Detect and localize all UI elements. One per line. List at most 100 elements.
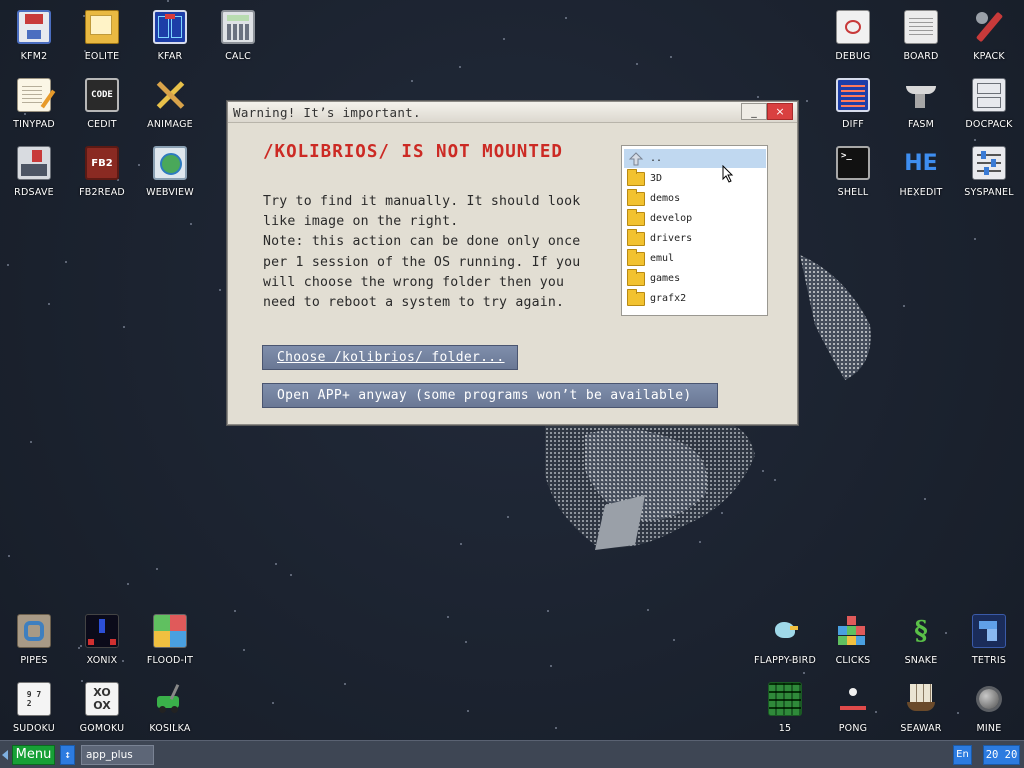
desktop-icon-seawar[interactable]: SEAWAR bbox=[887, 674, 955, 740]
wrench-icon bbox=[972, 10, 1006, 44]
desktop-icon-kosilka[interactable]: KOSILKA bbox=[136, 674, 204, 740]
file-list-row: drivers bbox=[624, 228, 766, 248]
file-list-up-row: .. bbox=[624, 149, 766, 183]
swap-arrows-icon[interactable]: ↕ bbox=[60, 745, 75, 765]
desktop-icon-rdsave[interactable]: RDSAVE bbox=[0, 138, 68, 204]
star bbox=[565, 17, 567, 19]
minimize-button[interactable]: _ bbox=[741, 103, 767, 120]
desktop-icon-label: XONIX bbox=[86, 655, 118, 666]
choose-folder-button[interactable]: Choose /kolibrios/ folder... bbox=[262, 345, 518, 370]
folder-icon bbox=[85, 10, 119, 44]
folder-name: develop bbox=[650, 213, 693, 224]
desktop-icon-label: KPACK bbox=[973, 51, 1005, 62]
star bbox=[65, 261, 67, 263]
desktop-icon-kpack[interactable]: KPACK bbox=[955, 2, 1023, 68]
file-list-up-label: .. bbox=[650, 153, 663, 164]
star bbox=[243, 649, 245, 651]
desktop-icon-gomoku[interactable]: XO OX GOMOKU bbox=[68, 674, 136, 740]
desktop-icon-hexedit[interactable]: HE HEXEDIT bbox=[887, 138, 955, 204]
file-list-row: demos bbox=[624, 188, 766, 208]
star bbox=[974, 238, 976, 240]
star bbox=[806, 100, 808, 102]
desktop-icon-mine[interactable]: MINE bbox=[955, 674, 1023, 740]
floppy-disk-icon bbox=[17, 10, 51, 44]
desktop-icon-fb2read[interactable]: FB2 FB2READ bbox=[68, 138, 136, 204]
desktop-icon-diff[interactable]: DIFF bbox=[819, 70, 887, 136]
desktop-icon-fasm[interactable]: FASM bbox=[887, 70, 955, 136]
desktop-icon-label: HEXEDIT bbox=[899, 187, 943, 198]
ship-icon bbox=[904, 682, 938, 716]
tetris-icon bbox=[972, 614, 1006, 648]
keyboard-layout-indicator[interactable]: En bbox=[953, 745, 972, 765]
file-list-row: games bbox=[624, 268, 766, 288]
star bbox=[647, 609, 649, 611]
desktop-icon-label: CLICKS bbox=[835, 655, 871, 666]
file-list-row: develop bbox=[624, 208, 766, 228]
star bbox=[636, 63, 638, 65]
desktop-icon-eolite[interactable]: EOLITE bbox=[68, 2, 136, 68]
folder-icon bbox=[627, 188, 645, 206]
star bbox=[467, 710, 469, 712]
star bbox=[757, 96, 759, 98]
desktop-icon-flappy-bird[interactable]: FLAPPY-BIRD bbox=[751, 606, 819, 672]
clock[interactable]: 20 20 bbox=[983, 745, 1020, 765]
desktop-icon-label: CALC bbox=[225, 51, 251, 62]
desktop-icon-pong[interactable]: PONG bbox=[819, 674, 887, 740]
desktop-icon-label: SNAKE bbox=[904, 655, 938, 666]
message-line: per 1 session of the OS running. If you bbox=[263, 254, 581, 270]
desktop-icon-shell[interactable]: >_ SHELL bbox=[819, 138, 887, 204]
desktop-icon-webview[interactable]: WEBVIEW bbox=[136, 138, 204, 204]
desktop-icon-tetris[interactable]: TETRIS bbox=[955, 606, 1023, 672]
desktop-icon-kfm2[interactable]: KFM2 bbox=[0, 2, 68, 68]
mine-icon bbox=[972, 682, 1006, 716]
star bbox=[30, 441, 32, 443]
file-list-row: grafx2 bbox=[624, 288, 766, 308]
fifteen-puzzle-icon bbox=[768, 682, 802, 716]
taskbar-item-app-plus[interactable]: app_plus bbox=[81, 745, 154, 765]
desktop-icon-label: SEAWAR bbox=[900, 723, 942, 734]
close-button[interactable]: × bbox=[767, 103, 793, 120]
xonix-icon bbox=[85, 614, 119, 648]
folder-name: demos bbox=[650, 193, 681, 204]
desktop-icon-label: KFM2 bbox=[20, 51, 48, 62]
clipboard-icon bbox=[904, 10, 938, 44]
desktop-icon-syspanel[interactable]: SYSPANEL bbox=[955, 138, 1023, 204]
desktop-icon-calc[interactable]: CALC bbox=[204, 2, 272, 68]
desktop-icon-label: FLAPPY-BIRD bbox=[754, 655, 816, 666]
star bbox=[48, 303, 50, 305]
sudoku-grid-icon: 9 72 bbox=[17, 682, 51, 716]
star bbox=[465, 641, 467, 643]
pong-icon bbox=[836, 682, 870, 716]
desktop-icon-board[interactable]: BOARD bbox=[887, 2, 955, 68]
desktop-icon-pipes[interactable]: PIPES bbox=[0, 606, 68, 672]
dialog-titlebar[interactable]: Warning! It’s important. _ × bbox=[228, 102, 797, 123]
menu-button[interactable]: Menu bbox=[12, 745, 55, 765]
paint-tools-icon bbox=[153, 78, 187, 112]
desktop-icon-flood-it[interactable]: FLOOD-IT bbox=[136, 606, 204, 672]
desktop-icon-debug[interactable]: DEBUG bbox=[819, 2, 887, 68]
taskbar-left-arrow-icon[interactable] bbox=[2, 750, 8, 760]
star bbox=[924, 498, 926, 500]
star bbox=[555, 727, 557, 729]
star bbox=[447, 616, 449, 618]
folder-icon bbox=[627, 228, 645, 246]
desktop-icon-animage[interactable]: ANIMAGE bbox=[136, 70, 204, 136]
desktop-icon-clicks[interactable]: CLICKS bbox=[819, 606, 887, 672]
folder-name: 3D bbox=[650, 173, 663, 184]
star bbox=[673, 639, 675, 641]
sliders-icon bbox=[972, 146, 1006, 180]
desktop-icon-label: SYSPANEL bbox=[964, 187, 1014, 198]
desktop-icon-cedit[interactable]: CODE CEDIT bbox=[68, 70, 136, 136]
desktop-icon-snake[interactable]: § SNAKE bbox=[887, 606, 955, 672]
desktop-icon-label: BOARD bbox=[903, 51, 939, 62]
bird-icon bbox=[768, 614, 802, 648]
message-line: will choose the wrong folder then you bbox=[263, 274, 565, 290]
desktop-icon-kfar[interactable]: KFAR bbox=[136, 2, 204, 68]
star bbox=[234, 610, 236, 612]
desktop-icon-sudoku[interactable]: 9 72 SUDOKU bbox=[0, 674, 68, 740]
desktop-icon-15[interactable]: 15 bbox=[751, 674, 819, 740]
open-anyway-button[interactable]: Open APP+ anyway (some programs won’t be… bbox=[262, 383, 718, 408]
desktop-icon-xonix[interactable]: XONIX bbox=[68, 606, 136, 672]
desktop-icon-tinypad[interactable]: TINYPAD bbox=[0, 70, 68, 136]
desktop-icon-docpack[interactable]: DOCPACK bbox=[955, 70, 1023, 136]
